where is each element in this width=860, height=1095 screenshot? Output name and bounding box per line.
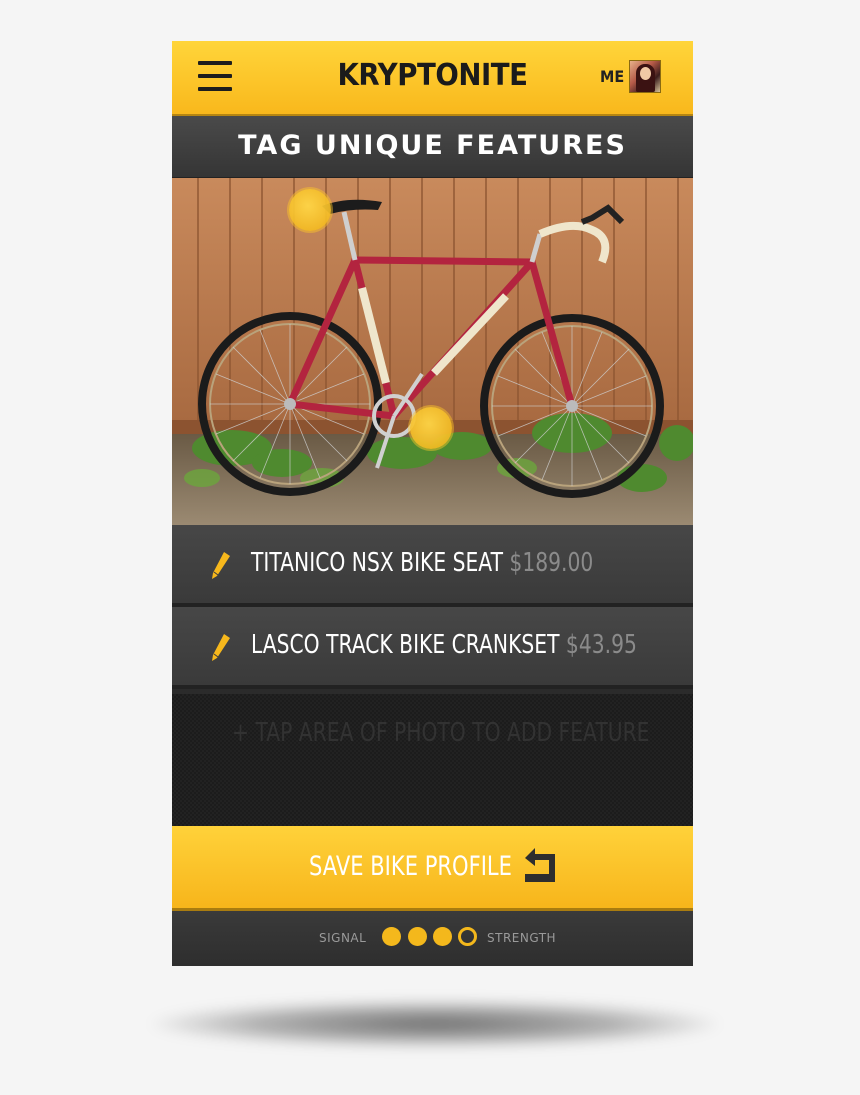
feature-name: TITANICO NSX BIKE SEAT xyxy=(251,548,503,578)
feature-item-text: TITANICO NSX BIKE SEAT $189.00 xyxy=(251,548,593,578)
me-label[interactable]: ME xyxy=(600,67,624,86)
feature-price: $189.00 xyxy=(509,548,594,578)
device-shadow xyxy=(150,1000,720,1048)
bike-photo[interactable] xyxy=(172,178,693,525)
signal-strength-bar: SIGNAL STRENGTH xyxy=(172,911,693,966)
bike-photo-image xyxy=(172,178,693,525)
save-bike-profile-button[interactable]: SAVE BIKE PROFILE xyxy=(172,826,693,911)
strength-label: STRENGTH xyxy=(487,931,557,945)
phone-screen: KRYPTONITE ME TAG UNIQUE FEATURES TITANI… xyxy=(172,41,693,966)
signal-dot xyxy=(382,927,401,946)
feature-item-text: LASCO TRACK BIKE CRANKSET $43.95 xyxy=(251,630,637,660)
return-arrow-icon xyxy=(525,848,555,882)
app-header: KRYPTONITE ME xyxy=(172,41,693,116)
feature-hotspot-crankset[interactable] xyxy=(410,407,452,449)
signal-dot-empty xyxy=(458,927,477,946)
hamburger-icon xyxy=(198,74,232,78)
add-feature-hint: + TAP AREA OF PHOTO TO ADD FEATURE xyxy=(232,718,650,748)
save-label: SAVE BIKE PROFILE xyxy=(309,851,512,882)
signal-dot xyxy=(433,927,452,946)
pencil-icon[interactable] xyxy=(210,632,232,664)
hamburger-icon xyxy=(198,87,232,91)
title-bar: TAG UNIQUE FEATURES xyxy=(172,116,693,178)
feature-hotspot-seat[interactable] xyxy=(289,189,331,231)
hamburger-icon xyxy=(198,61,232,65)
signal-label: SIGNAL xyxy=(319,931,367,945)
avatar[interactable] xyxy=(629,60,661,93)
signal-dot xyxy=(408,927,427,946)
add-feature-area[interactable]: + TAP AREA OF PHOTO TO ADD FEATURE xyxy=(172,694,693,826)
pencil-icon[interactable] xyxy=(210,550,232,582)
feature-row[interactable]: TITANICO NSX BIKE SEAT $189.00 xyxy=(172,525,693,607)
page-title: TAG UNIQUE FEATURES xyxy=(238,130,627,161)
feature-name: LASCO TRACK BIKE CRANKSET xyxy=(251,630,560,660)
menu-button[interactable] xyxy=(198,61,232,91)
feature-price: $43.95 xyxy=(565,630,637,660)
feature-row[interactable]: LASCO TRACK BIKE CRANKSET $43.95 xyxy=(172,607,693,689)
